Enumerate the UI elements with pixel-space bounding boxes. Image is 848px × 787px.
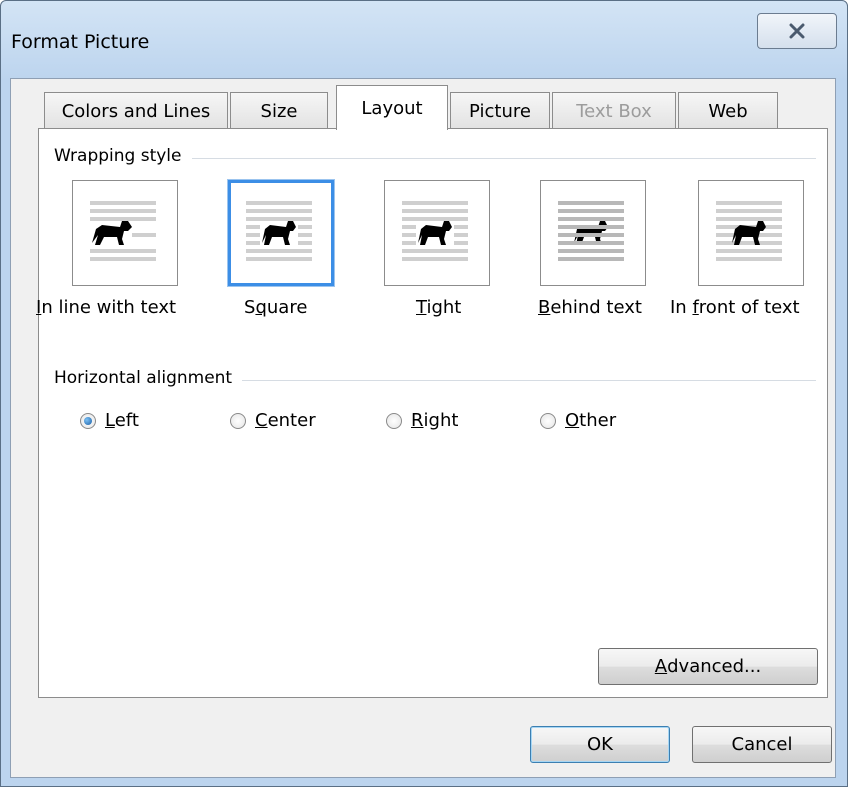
- align-other-label: Other: [565, 410, 617, 431]
- tab-web[interactable]: Web: [678, 92, 778, 129]
- tab-layout[interactable]: Layout: [336, 85, 448, 130]
- align-left-radio[interactable]: Left: [80, 410, 139, 431]
- dialog-title: Format Picture: [11, 31, 150, 53]
- align-right-label: Right: [411, 410, 459, 431]
- wrap-square-label: Square: [244, 297, 308, 318]
- ok-button[interactable]: OK: [530, 726, 670, 763]
- wrapping-style-label: Wrapping style: [54, 146, 192, 166]
- align-left-label: Left: [105, 410, 139, 431]
- wrap-tight-option[interactable]: [384, 180, 490, 286]
- radio-checked-indicator[interactable]: [80, 412, 96, 429]
- wrap-behind-text-label: Behind text: [538, 297, 642, 318]
- align-center-radio[interactable]: Center: [230, 410, 316, 431]
- wrap-tight-label: Tight: [416, 297, 462, 318]
- inline-wrap-icon: [90, 201, 156, 261]
- advanced-button[interactable]: Advanced...: [598, 648, 818, 685]
- horizontal-alignment-label: Horizontal alignment: [54, 368, 243, 388]
- align-other-radio[interactable]: Other: [540, 410, 616, 431]
- close-button[interactable]: [757, 13, 837, 49]
- tab-picture[interactable]: Picture: [450, 92, 550, 129]
- wrap-behind-text-option[interactable]: [540, 180, 646, 286]
- tab-colors-and-lines[interactable]: Colors and Lines: [44, 92, 228, 129]
- align-right-radio[interactable]: Right: [386, 410, 458, 431]
- tab-size[interactable]: Size: [230, 92, 328, 129]
- close-icon: [789, 23, 805, 39]
- wrap-inline-label: In line with text: [36, 297, 177, 318]
- cancel-button[interactable]: Cancel: [692, 726, 832, 763]
- tab-text-box: Text Box: [552, 92, 676, 129]
- wrap-in-front-of-text-label: In front of text: [670, 297, 800, 318]
- wrap-in-front-of-text-option[interactable]: [698, 180, 804, 286]
- align-center-label: Center: [255, 410, 316, 431]
- in-front-of-text-wrap-icon: [716, 201, 782, 261]
- square-wrap-icon: [246, 201, 312, 261]
- radio-unchecked-indicator[interactable]: [540, 412, 556, 429]
- radio-unchecked-indicator[interactable]: [230, 412, 246, 429]
- behind-text-wrap-icon: [558, 201, 624, 261]
- tight-wrap-icon: [402, 201, 468, 261]
- wrap-square-option[interactable]: [228, 180, 334, 286]
- wrap-inline-option[interactable]: [72, 180, 178, 286]
- radio-unchecked-indicator[interactable]: [386, 412, 402, 429]
